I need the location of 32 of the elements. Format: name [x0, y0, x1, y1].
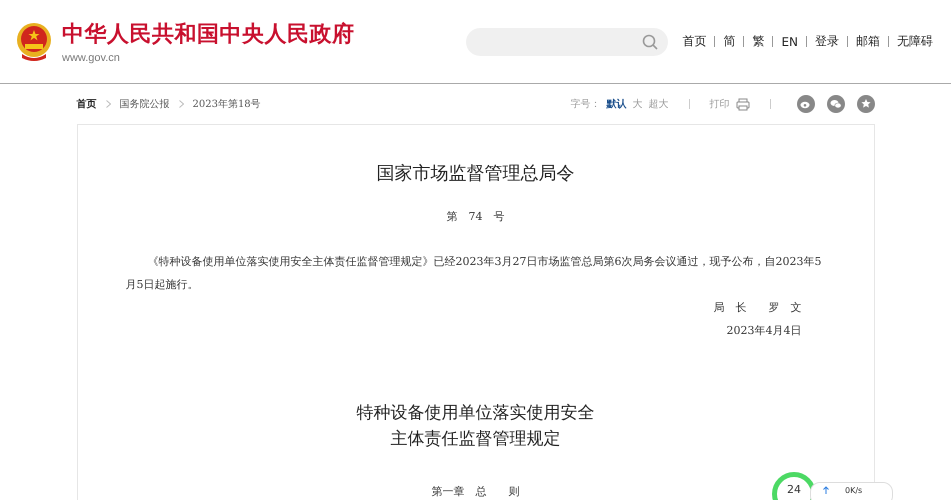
nav-link[interactable]: 邮箱 [856, 33, 880, 50]
printer-icon[interactable] [736, 98, 750, 110]
nav-link[interactable]: EN [781, 34, 798, 48]
signature: 局 长 罗 文 [712, 300, 802, 316]
font-size-label: 字号： [570, 98, 600, 111]
regulation-title: 主体责任监督管理规定 [390, 428, 562, 451]
regulation-title: 特种设备使用单位落实使用安全 [356, 402, 596, 425]
order-number: 第 74 号 [446, 209, 506, 224]
chevron-icon [106, 100, 110, 108]
font-size-option[interactable]: 默认 [606, 97, 626, 111]
memory-count: 24 [787, 483, 801, 498]
speed-reading: 0K/s [845, 486, 862, 495]
breadcrumb-link[interactable]: 国务院公报 [120, 97, 170, 111]
emblem-icon [16, 22, 52, 62]
site-url: www.gov.cn [62, 52, 121, 64]
breadcrumb-link[interactable]: 首页 [76, 97, 96, 111]
upload-arrow-icon [823, 486, 829, 494]
breadcrumb-link[interactable]: 2023年第18号 [192, 97, 261, 111]
chevron-icon [178, 100, 184, 108]
search-icon[interactable] [642, 34, 658, 50]
nav-link[interactable]: 繁 [752, 33, 764, 50]
search-field[interactable] [466, 28, 668, 56]
nav-link[interactable]: 登录 [815, 33, 839, 50]
issue-date: 2023年4月4日 [726, 323, 802, 339]
nav-link[interactable]: 无障碍 [897, 33, 933, 50]
body-paragraph: 《特种设备使用单位落实使用安全主体责任监督管理规定》已经2023年3月27日市场监管总局第6次局务会议通过，现予公布，自2023年5月5日起施行。 [126, 254, 822, 293]
nav-link[interactable]: 首页 [682, 33, 706, 50]
document-title: 国家市场监督管理总局令 [376, 162, 576, 185]
nav-link[interactable]: 简 [723, 33, 736, 50]
site-title[interactable]: 中华人民共和国中央人民政府 [62, 19, 354, 49]
speed-ring[interactable]: 24 [772, 472, 816, 500]
chapter-heading: 第一章 总 则 [432, 484, 520, 499]
